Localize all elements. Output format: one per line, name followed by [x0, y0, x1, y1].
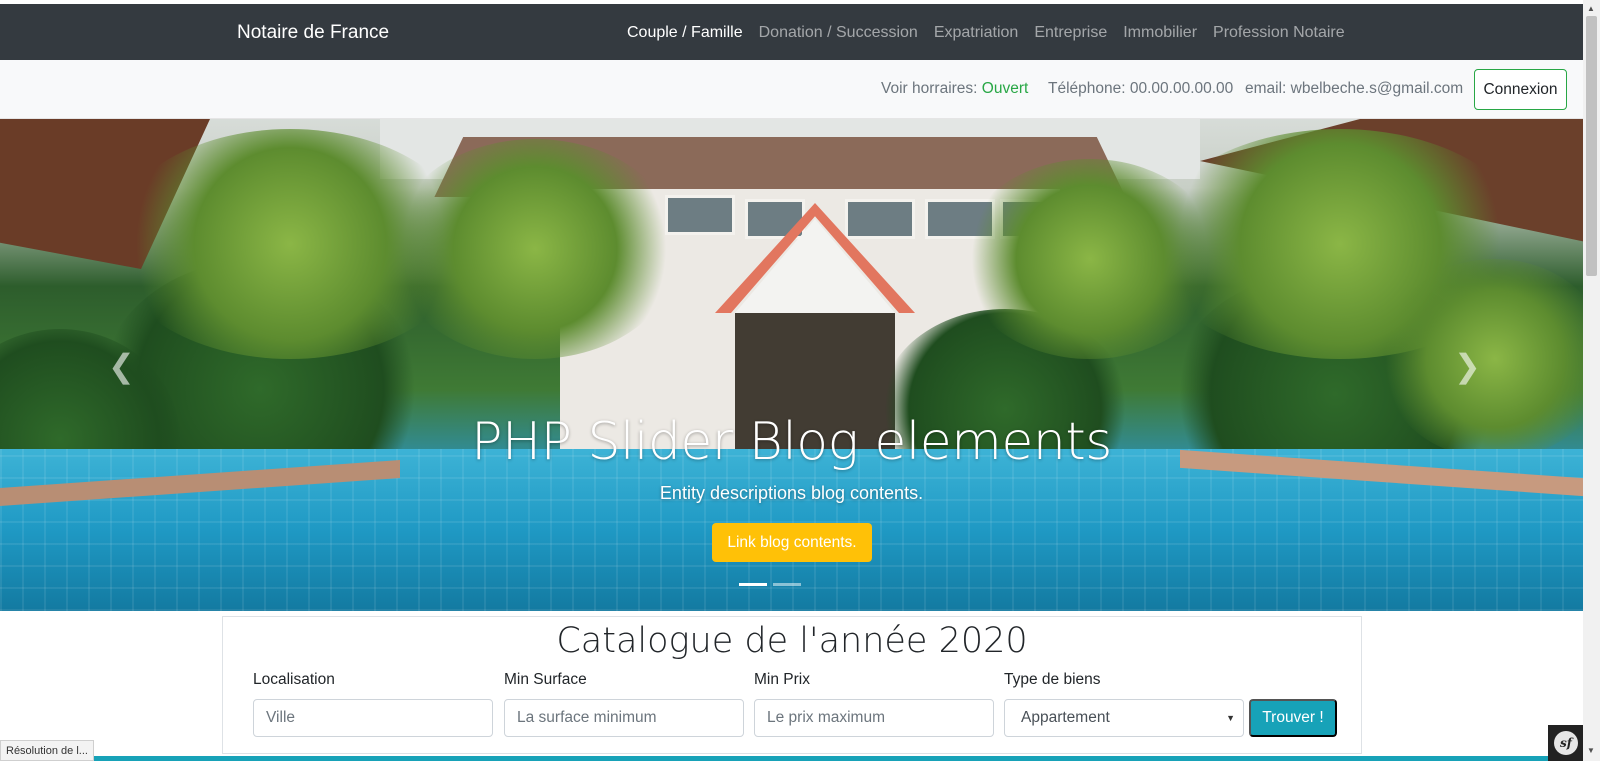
slide-title: PHP Slider Blog elements	[471, 412, 1112, 472]
select-arrow-icon: ▼	[1226, 713, 1235, 723]
slide-window	[845, 199, 915, 239]
symfony-logo-icon: sf	[1554, 731, 1578, 755]
slide-indicator[interactable]	[773, 583, 801, 586]
chevron-right-icon[interactable]: ❯	[1454, 347, 1481, 385]
min-prix-label: Min Prix	[754, 671, 810, 688]
nav-item-couple-famille[interactable]: Couple / Famille	[627, 24, 743, 42]
find-button[interactable]: Trouver !	[1249, 699, 1337, 737]
nav-item-donation-succession[interactable]: Donation / Succession	[759, 24, 918, 42]
catalogue-title: Catalogue de l'année 2020	[556, 621, 1028, 661]
min-surface-input[interactable]: La surface minimum	[504, 699, 744, 737]
blog-link-button[interactable]: Link blog contents.	[712, 523, 872, 562]
hours-status: Ouvert	[981, 80, 1029, 97]
footer-band	[0, 756, 1583, 761]
hours-label: Voir horraires:	[881, 80, 978, 97]
localisation-placeholder: Ville	[266, 709, 296, 726]
symfony-toolbar-toggle[interactable]: sf	[1548, 725, 1584, 761]
login-button[interactable]: Connexion	[1474, 69, 1567, 110]
page-scrollbar[interactable]: ▲ ▼	[1583, 0, 1600, 761]
type-biens-value: Appartement	[1021, 709, 1110, 726]
min-surface-label: Min Surface	[504, 671, 587, 688]
browser-status-bar: Résolution de l...	[0, 740, 94, 761]
brand-logo[interactable]: Notaire de France	[237, 22, 389, 44]
nav-item-entreprise[interactable]: Entreprise	[1034, 24, 1107, 42]
phone-info: Téléphone: 00.00.00.00.00	[1048, 80, 1234, 97]
slide-indicator[interactable]	[739, 583, 767, 586]
slide-palm	[390, 139, 680, 359]
type-biens-label: Type de biens	[1004, 671, 1101, 688]
min-prix-placeholder: Le prix maximum	[767, 709, 885, 726]
opening-hours[interactable]: Voir horraires: Ouvert	[881, 80, 1028, 98]
hero-slider: ❮ ❯ PHP Slider Blog elements Entity desc…	[0, 119, 1583, 611]
chevron-left-icon[interactable]: ❮	[108, 347, 135, 385]
nav-item-expatriation[interactable]: Expatriation	[934, 24, 1019, 42]
localisation-label: Localisation	[253, 671, 335, 688]
scroll-up-icon[interactable]: ▲	[1587, 4, 1595, 13]
min-surface-placeholder: La surface minimum	[517, 709, 657, 726]
email-info: email: wbelbeche.s@gmail.com	[1245, 80, 1464, 97]
info-bar: Voir horraires: Ouvert Téléphone: 00.00.…	[0, 60, 1583, 119]
scroll-down-icon[interactable]: ▼	[1587, 746, 1595, 755]
catalogue-search: Catalogue de l'année 2020 Localisation V…	[222, 616, 1362, 754]
main-navbar: Notaire de France Couple / Famille Donat…	[0, 4, 1583, 60]
main-nav: Couple / Famille Donation / Succession E…	[627, 24, 1345, 42]
localisation-input[interactable]: Ville	[253, 699, 493, 737]
scroll-thumb[interactable]	[1586, 16, 1597, 276]
slide-subtitle: Entity descriptions blog contents.	[659, 483, 924, 503]
nav-item-immobilier[interactable]: Immobilier	[1123, 24, 1197, 42]
min-prix-input[interactable]: Le prix maximum	[754, 699, 994, 737]
type-biens-select[interactable]: Appartement ▼	[1004, 699, 1244, 737]
nav-item-profession-notaire[interactable]: Profession Notaire	[1213, 24, 1345, 42]
slide-indicators	[739, 583, 801, 586]
